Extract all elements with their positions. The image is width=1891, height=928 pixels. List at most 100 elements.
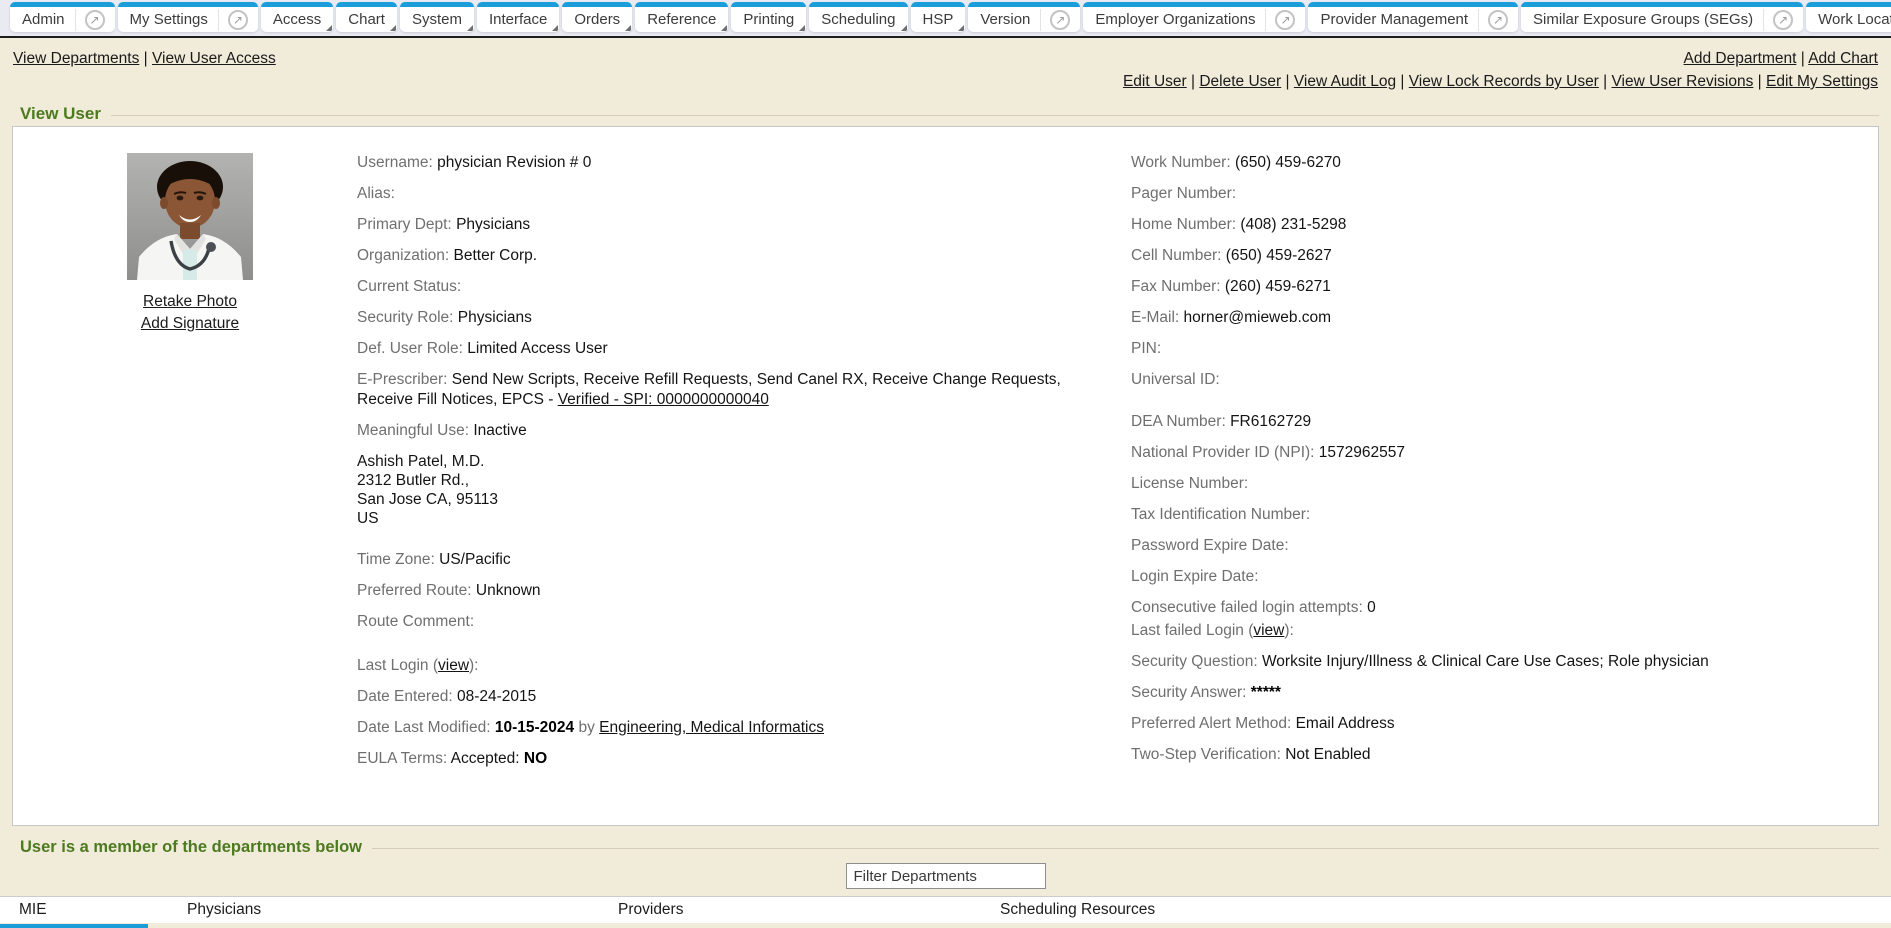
field-label: Last failed Login (: [1131, 622, 1253, 639]
department-row: MIE Physicians Providers Scheduling Reso…: [0, 897, 1891, 924]
inline-link[interactable]: Engineering, Medical Informatics: [599, 719, 824, 736]
field-value: Email Address: [1296, 715, 1395, 732]
field-label: Def. User Role:: [357, 340, 467, 357]
field-label: by: [574, 719, 599, 736]
department-cell[interactable]: Physicians: [168, 897, 599, 924]
tab-printing[interactable]: Printing: [731, 2, 806, 32]
field-value: *****: [1251, 684, 1281, 701]
tab-similar-exposure-groups-segs[interactable]: Similar Exposure Groups (SEGs)↗: [1521, 2, 1803, 32]
address-line: 2312 Butler Rd.,: [357, 472, 469, 489]
field-row: Date Last Modified: 10-15-2024 by Engine…: [357, 718, 1101, 738]
field-row: Consecutive failed login attempts: 0: [1131, 598, 1868, 618]
department-cell[interactable]: Scheduling Resources: [981, 897, 1891, 924]
inline-link[interactable]: Verified - SPI: 0000000000040: [558, 391, 769, 408]
tab-hsp[interactable]: HSP: [911, 2, 966, 32]
tab-provider-management[interactable]: Provider Management ↗: [1308, 2, 1518, 32]
field-label: Work Number:: [1131, 154, 1235, 171]
tab-system[interactable]: System: [400, 2, 474, 32]
field-label: Login Expire Date:: [1131, 568, 1259, 585]
external-link-icon: ↗: [85, 10, 105, 30]
tab-admin[interactable]: Admin↗: [10, 2, 115, 32]
field-row: DEA Number: FR6162729: [1131, 412, 1868, 432]
external-link-icon: ↗: [1275, 10, 1295, 30]
tab-label: Version: [978, 11, 1032, 28]
field-value: 10-15-2024: [495, 719, 574, 736]
field-row: Two-Step Verification: Not Enabled: [1131, 745, 1868, 765]
tab-employer-organizations[interactable]: Employer Organizations↗: [1083, 2, 1305, 32]
retake-photo-link[interactable]: Retake Photo: [143, 293, 237, 311]
field-row: Universal ID:: [1131, 370, 1868, 390]
legend-divider: [372, 848, 1879, 849]
tab-label: Access: [271, 11, 323, 28]
link-edit-user[interactable]: Edit User: [1123, 73, 1187, 90]
tab-label: Provider Management: [1318, 11, 1470, 28]
field-row: Date Entered: 08-24-2015: [357, 687, 1101, 707]
dropdown-corner-icon: [552, 25, 558, 31]
field-label: Security Role:: [357, 309, 458, 326]
user-fields-right-column: Work Number: (650) 459-6270Pager Number:…: [1131, 153, 1878, 825]
field-label: Security Answer:: [1131, 684, 1251, 701]
filter-departments-input[interactable]: [846, 863, 1046, 889]
tab-scheduling[interactable]: Scheduling: [809, 2, 907, 32]
field-row: Primary Dept: Physicians: [357, 215, 1101, 235]
field-row: E-Prescriber: Send New Scripts, Receive …: [357, 370, 1101, 410]
departments-table: MIE Physicians Providers Scheduling Reso…: [0, 896, 1891, 923]
field-label: Consecutive failed login attempts:: [1131, 599, 1367, 616]
link-add-department[interactable]: Add Department: [1684, 50, 1797, 67]
link-view-lock-records-by-user[interactable]: View Lock Records by User: [1409, 73, 1599, 90]
inline-link[interactable]: view: [438, 657, 469, 674]
field-value: Send New Scripts, Receive Refill Request…: [452, 371, 1061, 388]
external-link-button[interactable]: ↗: [1763, 9, 1793, 31]
tab-work-locations[interactable]: Work Locations↗: [1806, 2, 1891, 32]
tab-reference[interactable]: Reference: [635, 2, 728, 32]
address-line: Ashish Patel, M.D.: [357, 453, 485, 470]
field-label: National Provider ID (NPI):: [1131, 444, 1319, 461]
tab-my-settings[interactable]: My Settings↗: [118, 2, 258, 32]
link-separator: |: [139, 50, 152, 67]
field-row: Preferred Alert Method: Email Address: [1131, 714, 1868, 734]
dropdown-corner-icon: [799, 25, 805, 31]
link-view-departments[interactable]: View Departments: [13, 50, 139, 67]
field-label: Primary Dept:: [357, 216, 456, 233]
link-add-chart[interactable]: Add Chart: [1808, 50, 1878, 67]
external-link-button[interactable]: ↗: [1040, 9, 1070, 31]
dropdown-corner-icon: [467, 25, 473, 31]
tab-access[interactable]: Access: [261, 2, 333, 32]
link-edit-my-settings[interactable]: Edit My Settings: [1766, 73, 1878, 90]
link-separator: |: [1187, 73, 1200, 90]
external-link-button[interactable]: ↗: [75, 9, 105, 31]
link-view-user-access[interactable]: View User Access: [152, 50, 276, 67]
external-link-button[interactable]: ↗: [1265, 9, 1295, 31]
tab-interface[interactable]: Interface: [477, 2, 559, 32]
tab-label: System: [410, 11, 464, 28]
field-row: E-Mail: horner@mieweb.com: [1131, 308, 1868, 328]
field-label: DEA Number:: [1131, 413, 1230, 430]
field-label: License Number:: [1131, 475, 1248, 492]
tab-orders[interactable]: Orders: [562, 2, 632, 32]
tab-chart[interactable]: Chart: [336, 2, 397, 32]
field-row: Cell Number: (650) 459-2627: [1131, 246, 1868, 266]
field-label: Date Last Modified:: [357, 719, 495, 736]
dropdown-corner-icon: [326, 25, 332, 31]
external-link-button[interactable]: ↗: [1478, 9, 1508, 31]
field-row: License Number:: [1131, 474, 1868, 494]
inline-link[interactable]: view: [1253, 622, 1284, 639]
department-cell[interactable]: Providers: [599, 897, 981, 924]
link-delete-user[interactable]: Delete User: [1199, 73, 1281, 90]
top-tab-bar: Admin↗My Settings↗ Access Chart System Inter…: [0, 0, 1891, 38]
department-cell[interactable]: MIE: [0, 897, 168, 924]
bottom-scroll-indicator: [0, 924, 148, 928]
field-row: Last Login (view):: [357, 656, 1101, 676]
link-view-audit-log[interactable]: View Audit Log: [1294, 73, 1396, 90]
tab-version[interactable]: Version ↗: [968, 2, 1080, 32]
link-view-user-revisions[interactable]: View User Revisions: [1612, 73, 1754, 90]
view-user-panel: Retake Photo Add Signature Username: phy…: [12, 126, 1879, 826]
tab-label: HSP: [921, 11, 956, 28]
external-link-icon: ↗: [1050, 10, 1070, 30]
external-link-button[interactable]: ↗: [218, 9, 248, 31]
field-label: Two-Step Verification:: [1131, 746, 1285, 763]
link-separator: |: [1599, 73, 1612, 90]
add-signature-link[interactable]: Add Signature: [141, 315, 239, 333]
field-value: Limited Access User: [467, 340, 607, 357]
field-value: physician Revision # 0: [437, 154, 591, 171]
